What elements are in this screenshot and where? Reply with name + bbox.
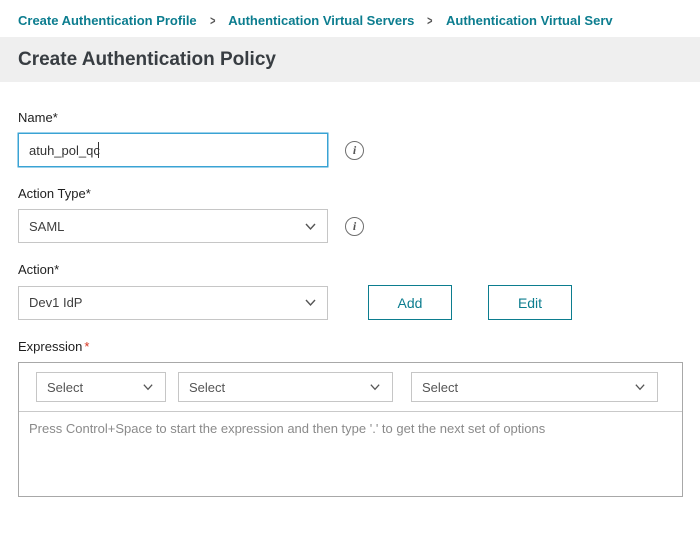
chevron-down-icon bbox=[369, 381, 382, 394]
add-button[interactable]: Add bbox=[368, 285, 452, 320]
required-asterisk: * bbox=[84, 339, 89, 354]
action-field-group: Action* Dev1 IdP Add Edit bbox=[18, 262, 682, 320]
expression-builder: Select Select Select bbox=[18, 362, 683, 497]
name-field-group: Name* i bbox=[18, 110, 682, 167]
action-label: Action* bbox=[18, 262, 682, 277]
breadcrumb-separator-icon: > bbox=[210, 13, 215, 28]
expression-select-1-value: Select bbox=[47, 380, 83, 395]
breadcrumb-item-create-authentication-profile[interactable]: Create Authentication Profile bbox=[18, 13, 197, 28]
breadcrumb-separator-icon: > bbox=[428, 13, 433, 28]
name-label: Name* bbox=[18, 110, 682, 125]
expression-toolbar: Select Select Select bbox=[19, 363, 682, 412]
info-icon[interactable]: i bbox=[345, 217, 364, 236]
breadcrumb-item-authentication-virtual-servers[interactable]: Authentication Virtual Servers bbox=[228, 13, 414, 28]
name-input[interactable] bbox=[18, 133, 328, 167]
chevron-down-icon bbox=[304, 220, 317, 233]
edit-button[interactable]: Edit bbox=[488, 285, 572, 320]
expression-field-group: Expression* Select Select Select bbox=[18, 339, 682, 497]
action-type-label: Action Type* bbox=[18, 186, 682, 201]
required-asterisk: * bbox=[86, 186, 91, 201]
expression-input[interactable] bbox=[19, 412, 682, 496]
action-type-field-group: Action Type* SAML i bbox=[18, 186, 682, 243]
chevron-down-icon bbox=[142, 381, 155, 394]
action-type-selected-value: SAML bbox=[29, 219, 64, 234]
create-authentication-policy-form: Name* i Action Type* SAML i Action* D bbox=[0, 82, 700, 497]
required-asterisk: * bbox=[54, 262, 59, 277]
chevron-down-icon bbox=[304, 296, 317, 309]
expression-select-2-value: Select bbox=[189, 380, 225, 395]
expression-select-3[interactable]: Select bbox=[411, 372, 658, 402]
required-asterisk: * bbox=[53, 110, 58, 125]
action-type-select[interactable]: SAML bbox=[18, 209, 328, 243]
action-selected-value: Dev1 IdP bbox=[29, 295, 82, 310]
expression-select-1[interactable]: Select bbox=[36, 372, 166, 402]
breadcrumb: Create Authentication Profile > Authenti… bbox=[0, 0, 700, 37]
expression-select-3-value: Select bbox=[422, 380, 458, 395]
breadcrumb-item-authentication-virtual-servers-2[interactable]: Authentication Virtual Serv bbox=[446, 13, 613, 28]
expression-select-2[interactable]: Select bbox=[178, 372, 393, 402]
page-header: Create Authentication Policy bbox=[0, 37, 700, 82]
info-icon[interactable]: i bbox=[345, 141, 364, 160]
action-select[interactable]: Dev1 IdP bbox=[18, 286, 328, 320]
text-cursor bbox=[98, 142, 99, 158]
expression-label: Expression* bbox=[18, 339, 682, 354]
page-title: Create Authentication Policy bbox=[18, 49, 276, 71]
chevron-down-icon bbox=[634, 381, 647, 394]
